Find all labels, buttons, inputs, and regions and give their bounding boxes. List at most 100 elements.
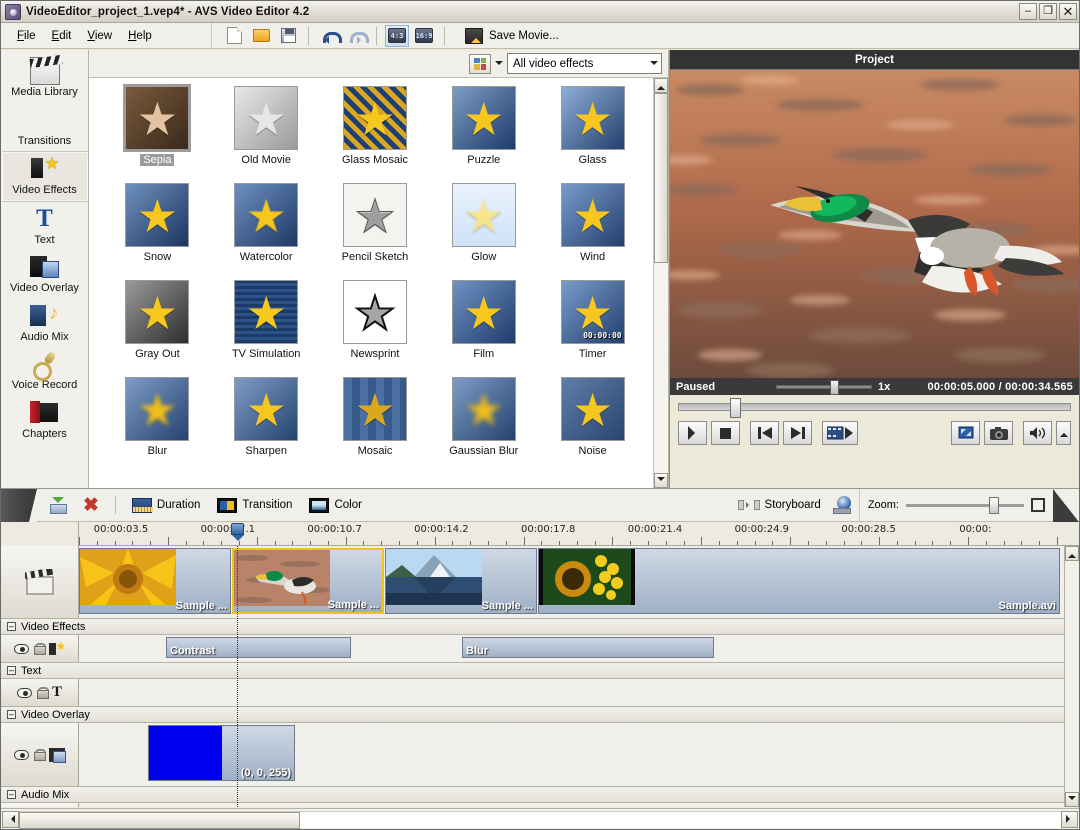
tracks-scroll-down-button[interactable] — [1065, 792, 1079, 807]
save-movie-button[interactable]: Save Movie... — [465, 28, 559, 44]
undo-button[interactable] — [317, 25, 341, 47]
effect-thumbnail-film[interactable]: ★ — [452, 280, 516, 344]
sidebar-item-chapters[interactable]: Chapters — [2, 396, 88, 445]
effect-item[interactable]: ★Film — [429, 280, 538, 377]
redo-button[interactable] — [344, 25, 368, 47]
lock-toggle-icon[interactable] — [37, 687, 47, 699]
timeline-clip[interactable]: (0, 0, 255) — [148, 725, 295, 781]
new-project-button[interactable] — [222, 25, 246, 47]
scrollbar-track[interactable] — [654, 93, 668, 473]
view-mode-caret-icon[interactable] — [495, 61, 503, 69]
effect-thumbnail-glass[interactable]: ★ — [561, 86, 625, 150]
collapse-toggle-icon[interactable]: – — [7, 622, 16, 631]
add-to-timeline-button[interactable] — [43, 495, 72, 516]
playhead-marker[interactable] — [231, 523, 244, 541]
timeline-tab-handle[interactable] — [1, 489, 29, 522]
close-button[interactable]: ✕ — [1059, 3, 1077, 20]
fit-to-window-icon[interactable] — [1031, 498, 1045, 512]
effect-thumbnail-gaussian[interactable]: ★ — [452, 377, 516, 441]
seek-bar[interactable] — [670, 395, 1079, 419]
save-project-button[interactable] — [276, 25, 300, 47]
effect-thumbnail-grayout[interactable]: ★ — [125, 280, 189, 344]
effect-thumbnail-mosaic[interactable]: ★ — [343, 377, 407, 441]
track-band-audio-mix[interactable]: –Audio Mix — [1, 787, 1079, 803]
effect-thumbnail-pencil[interactable]: ★ — [343, 183, 407, 247]
lock-toggle-icon[interactable] — [34, 749, 44, 761]
next-frame-button[interactable] — [783, 421, 812, 445]
effect-thumbnail-puzzle[interactable]: ★ — [452, 86, 516, 150]
effect-thumbnail-sharpen[interactable]: ★ — [234, 377, 298, 441]
visibility-toggle-icon[interactable] — [14, 750, 29, 760]
track-band-video-effects[interactable]: –Video Effects — [1, 619, 1079, 635]
effect-item[interactable]: ★Gray Out — [103, 280, 212, 377]
snapshot-button[interactable] — [984, 421, 1013, 445]
effect-item[interactable]: ★Noise — [538, 377, 647, 474]
effect-thumbnail-blur[interactable]: ★ — [125, 377, 189, 441]
menu-edit[interactable]: Edit — [44, 27, 80, 45]
stop-button[interactable] — [711, 421, 740, 445]
effect-item[interactable]: ★TV Simulation — [212, 280, 321, 377]
storyboard-button[interactable]: Storyboard — [732, 497, 827, 513]
preview-video-area[interactable] — [670, 70, 1079, 378]
effect-item[interactable]: ★00:00:00Timer — [538, 280, 647, 377]
lock-toggle-icon[interactable] — [34, 643, 44, 655]
track-body-text[interactable] — [79, 679, 1079, 706]
effect-item[interactable]: ★Snow — [103, 183, 212, 280]
speed-slider-track[interactable] — [776, 385, 872, 389]
track-body-audio-mix[interactable] — [79, 803, 1079, 807]
hscroll-track[interactable] — [19, 811, 1061, 828]
timeline-clip[interactable]: Sample.avi — [538, 548, 1060, 614]
color-button[interactable]: Color — [303, 496, 367, 515]
effect-thumbnail-wind[interactable]: ★ — [561, 183, 625, 247]
timeline-clip[interactable]: Sample ... — [385, 548, 537, 614]
speed-slider-thumb[interactable] — [830, 380, 839, 395]
aspect-ratio-4-3-button[interactable]: 4:3 — [385, 25, 409, 47]
scroll-down-button[interactable] — [654, 473, 668, 488]
visibility-toggle-icon[interactable] — [17, 688, 32, 698]
timeline-vertical-scrollbar[interactable] — [1064, 546, 1079, 807]
sidebar-item-video-effects[interactable]: Video Effects — [2, 151, 88, 202]
effect-thumbnail-newsprint[interactable]: ★ — [343, 280, 407, 344]
timeline-clip[interactable]: Contrast — [166, 637, 351, 658]
effect-item[interactable]: ★Newsprint — [321, 280, 430, 377]
effect-thumbnail-snow[interactable]: ★ — [125, 183, 189, 247]
sidebar-item-voice-record[interactable]: Voice Record — [2, 347, 88, 396]
menu-file[interactable]: File — [9, 27, 44, 45]
scroll-up-button[interactable] — [654, 78, 668, 93]
effect-thumbnail-oldmovie[interactable]: ★ — [234, 86, 298, 150]
tracks-scroll-up-button[interactable] — [1065, 546, 1079, 561]
effect-thumbnail-timer[interactable]: ★00:00:00 — [561, 280, 625, 344]
collapse-toggle-icon[interactable]: – — [7, 666, 16, 675]
previous-frame-button[interactable] — [750, 421, 779, 445]
effect-thumbnail-glow[interactable]: ★ — [452, 183, 516, 247]
effect-thumbnail-glassmosaic[interactable]: ★ — [343, 86, 407, 150]
aspect-ratio-16-9-button[interactable]: 16:9 — [412, 25, 436, 47]
minimize-button[interactable]: – — [1019, 3, 1037, 20]
track-body-video-overlay[interactable]: (0, 0, 255) — [79, 723, 1079, 786]
zoom-slider-thumb[interactable] — [989, 497, 999, 514]
delete-clip-button[interactable]: ✖ — [77, 494, 105, 517]
scroll-right-button[interactable] — [1061, 811, 1078, 828]
scroll-left-button[interactable] — [2, 811, 19, 828]
effects-scrollbar[interactable] — [653, 78, 668, 488]
hscroll-thumb[interactable] — [19, 812, 300, 829]
play-button[interactable] — [678, 421, 707, 445]
speed-control[interactable]: 1x — [776, 381, 890, 393]
scrollbar-thumb[interactable] — [654, 93, 668, 263]
menu-help[interactable]: Help — [120, 27, 160, 45]
visibility-toggle-icon[interactable] — [14, 644, 29, 654]
track-body-video-effects[interactable]: ContrastBlur — [79, 635, 1079, 662]
effect-item[interactable]: ★Glass Mosaic — [321, 86, 430, 183]
effect-item[interactable]: ★Mosaic — [321, 377, 430, 474]
fullscreen-button[interactable] — [951, 421, 980, 445]
sidebar-item-audio-mix[interactable]: Audio Mix — [2, 299, 88, 348]
effect-item[interactable]: ★Blur — [103, 377, 212, 474]
sidebar-item-transitions[interactable]: Transitions — [2, 103, 88, 152]
sidebar-item-video-overlay[interactable]: Video Overlay — [2, 250, 88, 299]
split-clip-button[interactable] — [822, 421, 858, 445]
collapse-toggle-icon[interactable]: – — [7, 790, 16, 799]
timeline-ruler[interactable]: 00:00:03.500:00:07.100:00:10.700:00:14.2… — [1, 522, 1079, 546]
effects-filter-select[interactable]: All video effects — [507, 53, 662, 74]
effect-item[interactable]: ★Puzzle — [429, 86, 538, 183]
effect-thumbnail-noise[interactable]: ★ — [561, 377, 625, 441]
